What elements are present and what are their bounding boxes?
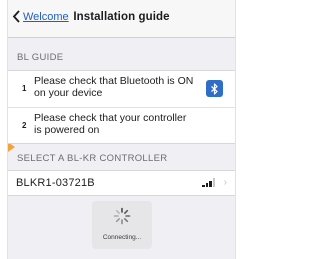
controller-name: BLKR1-03721B bbox=[16, 177, 95, 189]
status-text: Connecting... bbox=[102, 234, 142, 241]
step-text: Please check that Bluetooth is ON on you… bbox=[34, 75, 194, 99]
guide-list: 1 Please check that Bluetooth is ON on y… bbox=[8, 70, 235, 144]
step-number: 1 bbox=[22, 84, 27, 93]
step-text: Please check that your controller is pow… bbox=[34, 112, 187, 136]
chevron-right-icon: › bbox=[223, 177, 227, 188]
navigation-bar: Welcome Installation guide bbox=[8, 0, 235, 38]
controller-row[interactable]: BLKR1-03721B › bbox=[8, 171, 235, 195]
spinner-icon bbox=[113, 207, 131, 225]
page-title: Installation guide bbox=[73, 11, 170, 23]
connecting-overlay: Connecting... bbox=[92, 201, 152, 249]
controller-list: BLKR1-03721B › bbox=[8, 170, 235, 196]
app-screen: Welcome Installation guide BL GUIDE 1 Pl… bbox=[8, 0, 235, 259]
signal-strength-icon bbox=[202, 178, 215, 187]
list-item: 1 Please check that Bluetooth is ON on y… bbox=[8, 71, 235, 107]
bluetooth-icon bbox=[206, 80, 223, 97]
step-number: 2 bbox=[22, 121, 27, 130]
section-header-controller: SELECT A BL-KR CONTROLLER bbox=[17, 153, 168, 164]
list-item: 2 Please check that your controller is p… bbox=[8, 107, 235, 143]
section-header-guide: BL GUIDE bbox=[17, 52, 64, 63]
